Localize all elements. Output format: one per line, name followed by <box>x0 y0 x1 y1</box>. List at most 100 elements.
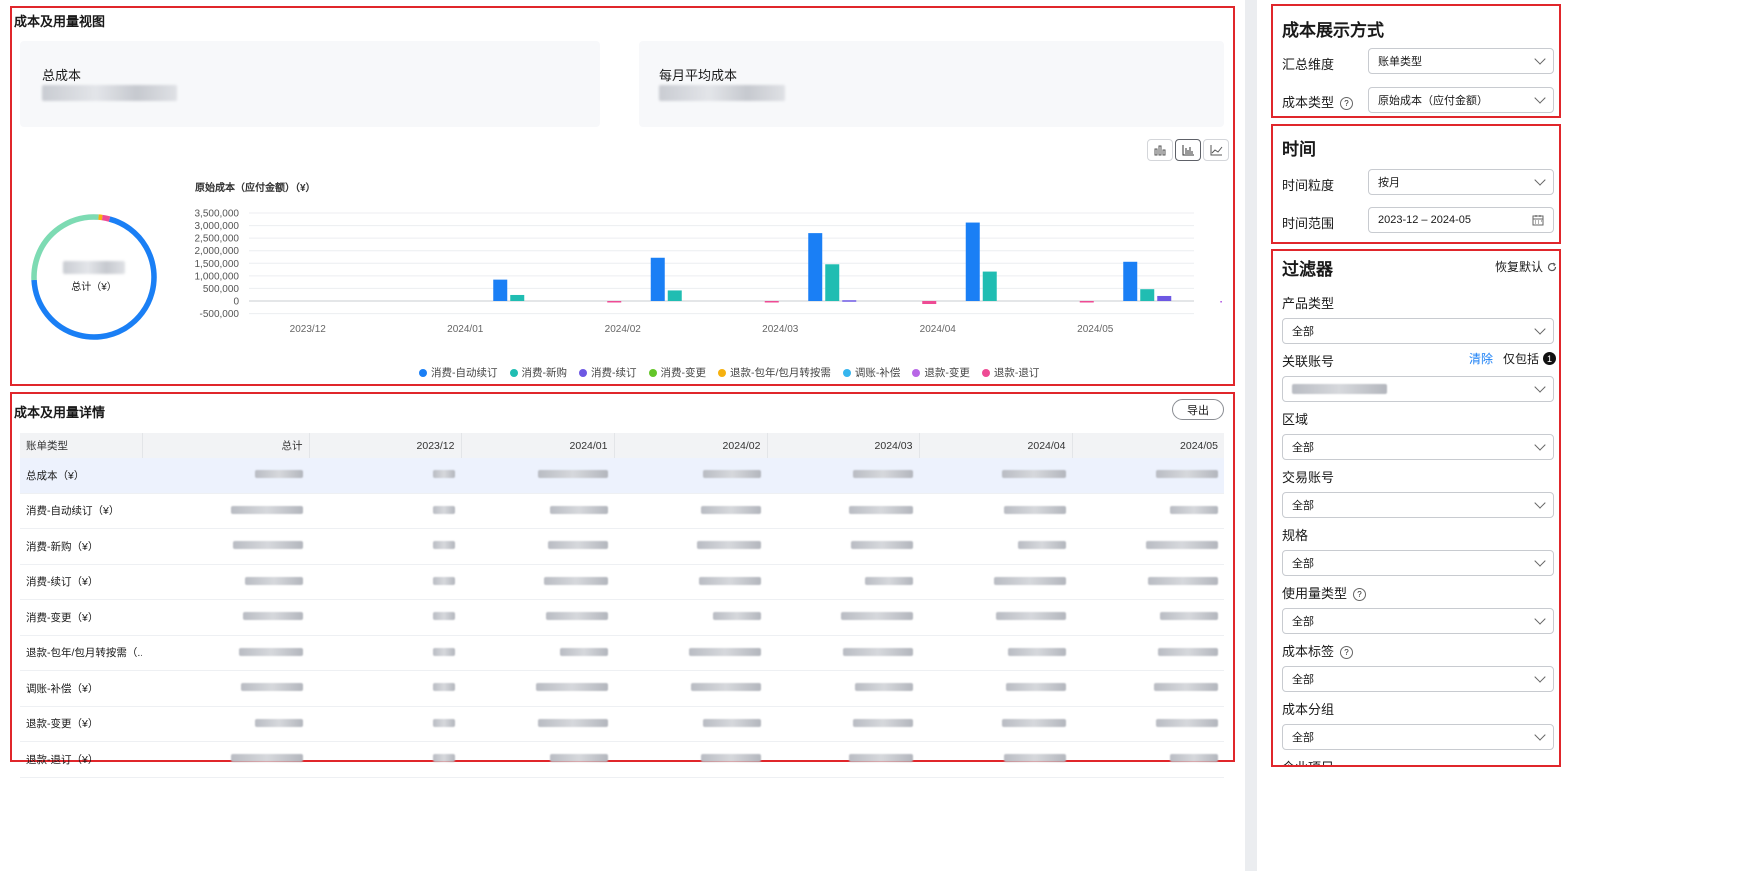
legend-item[interactable]: 调账-补偿 <box>842 365 900 380</box>
filter-label-wrap: 使用量类型? <box>1282 583 1367 602</box>
filters-panel: 过滤器 恢复默认 产品类型 全部 关联账号 清除 仅包括 1 区域 全部 交易账号 全部 规格 全部使… <box>1271 249 1561 767</box>
summary-dimension-select[interactable]: 账单类型 <box>1368 48 1554 74</box>
filter-select[interactable]: 全部 <box>1282 666 1554 692</box>
bar[interactable] <box>965 222 980 301</box>
bar[interactable] <box>650 257 665 301</box>
filter-select[interactable]: 全部 <box>1282 434 1554 460</box>
column-header[interactable]: 2024/04 <box>918 433 1072 458</box>
table-row[interactable]: 消费-续订（¥） <box>20 564 1224 600</box>
blurred-value <box>843 647 913 656</box>
table-cell-blurred <box>919 493 1072 529</box>
column-header[interactable]: 2024/05 <box>1071 433 1224 458</box>
blurred-value <box>433 647 455 656</box>
only-include-toggle[interactable]: 仅包括 <box>1503 350 1539 367</box>
reset-default-button[interactable]: 恢复默认 <box>1495 258 1557 275</box>
legend-swatch <box>579 368 587 377</box>
time-granularity-select[interactable]: 按月 <box>1368 169 1554 195</box>
chevron-down-icon <box>1534 323 1546 335</box>
filter-select[interactable]: 全部 <box>1282 550 1554 576</box>
table-cell-blurred <box>461 528 614 565</box>
column-header[interactable]: 2024/03 <box>766 433 919 458</box>
legend-item[interactable]: 消费-自动续订 <box>419 365 498 380</box>
bar[interactable] <box>1140 289 1155 301</box>
table-cell-blurred <box>614 635 767 671</box>
bar[interactable] <box>1123 261 1138 301</box>
bar[interactable] <box>1079 301 1094 303</box>
legend-item[interactable]: 退款-包年/包月转按需 <box>718 365 831 380</box>
table-row[interactable]: 退款-包年/包月转按需（... <box>20 635 1224 671</box>
table-cell-blurred <box>614 741 767 778</box>
cost-type-select[interactable]: 原始成本（应付金额） <box>1368 87 1554 113</box>
blurred-value <box>701 754 761 763</box>
column-header[interactable]: 总计 <box>141 433 309 458</box>
filter-label-wrap: 区域 <box>1282 409 1308 428</box>
blurred-value <box>433 754 455 763</box>
table-row[interactable]: 消费-变更（¥） <box>20 599 1224 636</box>
column-header-bill-type[interactable]: 账单类型 <box>20 433 142 458</box>
table-cell-blurred <box>767 564 919 600</box>
chevron-down-icon <box>1534 92 1546 104</box>
column-header[interactable]: 2024/01 <box>460 433 614 458</box>
blurred-value <box>1154 683 1218 692</box>
bar[interactable] <box>1220 301 1222 303</box>
legend-item[interactable]: 退款-退订 <box>981 365 1039 380</box>
time-range-picker[interactable]: 2023-12 – 2024-05 <box>1368 207 1554 233</box>
filter-select[interactable] <box>1282 376 1554 402</box>
bar[interactable] <box>842 300 857 302</box>
table-cell-blurred <box>919 458 1072 494</box>
bar[interactable] <box>607 301 622 303</box>
table-row[interactable]: 调账-补偿（¥） <box>20 670 1224 707</box>
table-row[interactable]: 退款-变更（¥） <box>20 706 1224 742</box>
filter-value: 全部 <box>1292 674 1314 686</box>
enterprise-project-label: 企业项目 <box>1282 757 1334 765</box>
filter-select[interactable]: 全部 <box>1282 724 1554 750</box>
chart-view-toggle <box>1147 139 1229 161</box>
bar[interactable] <box>825 264 840 301</box>
legend-item[interactable]: 消费-续订 <box>579 365 637 380</box>
help-icon[interactable]: ? <box>1340 97 1354 111</box>
bar[interactable] <box>922 301 937 305</box>
time-panel: 时间 时间粒度 按月 时间范围 2023-12 – 2024-05 <box>1271 124 1561 244</box>
details-table: 账单类型 总计 2023/12 2024/01 2024/02 2024/03 2024/0… <box>20 433 1224 778</box>
filter-select[interactable]: 全部 <box>1282 492 1554 518</box>
time-granularity-label: 时间粒度 <box>1282 178 1335 193</box>
filter-value: 全部 <box>1292 500 1314 512</box>
table-cell-blurred <box>919 706 1072 742</box>
filter-label-wrap: 交易账号 <box>1282 467 1334 486</box>
table-row[interactable]: 退款-退订（¥） <box>20 741 1224 778</box>
legend-item[interactable]: 消费-新购 <box>509 365 567 380</box>
y-tick-label: 2,000,000 <box>195 246 240 257</box>
blurred-value <box>538 470 608 479</box>
table-row[interactable]: 消费-新购（¥） <box>20 528 1224 565</box>
filter-select[interactable]: 全部 <box>1282 608 1554 634</box>
filter-select[interactable]: 全部 <box>1282 318 1554 344</box>
bar[interactable] <box>982 271 997 301</box>
linked-account-value-blurred <box>1292 384 1387 394</box>
export-button[interactable]: 导出 <box>1172 399 1224 420</box>
filter-value: 全部 <box>1292 442 1314 454</box>
bar-chart-icon[interactable] <box>1175 139 1201 161</box>
blurred-value <box>855 683 913 692</box>
column-header[interactable]: 2024/02 <box>613 433 767 458</box>
legend-item[interactable]: 消费-变更 <box>648 365 706 380</box>
line-chart-icon[interactable] <box>1203 139 1229 161</box>
table-cell-blurred <box>1072 635 1224 671</box>
monthly-avg-cost-value-blurred <box>659 85 785 101</box>
bar[interactable] <box>1157 295 1172 301</box>
bar[interactable] <box>764 301 779 303</box>
bar[interactable] <box>808 233 823 301</box>
bar[interactable] <box>667 290 682 301</box>
y-tick-label: 3,500,000 <box>195 209 240 220</box>
help-icon[interactable]: ? <box>1353 588 1367 602</box>
table-row[interactable]: 总成本（¥） <box>20 458 1224 494</box>
table-cell-blurred <box>309 564 461 600</box>
bar[interactable] <box>493 279 508 301</box>
table-cell-blurred <box>614 706 767 742</box>
bar[interactable] <box>510 294 525 301</box>
column-header[interactable]: 2023/12 <box>308 433 461 458</box>
table-row[interactable]: 消费-自动续订（¥） <box>20 493 1224 529</box>
help-icon[interactable]: ? <box>1340 646 1354 660</box>
clear-button[interactable]: 清除 <box>1469 350 1493 367</box>
legend-item[interactable]: 退款-变更 <box>912 365 970 380</box>
stacked-bar-chart-icon[interactable] <box>1147 139 1173 161</box>
